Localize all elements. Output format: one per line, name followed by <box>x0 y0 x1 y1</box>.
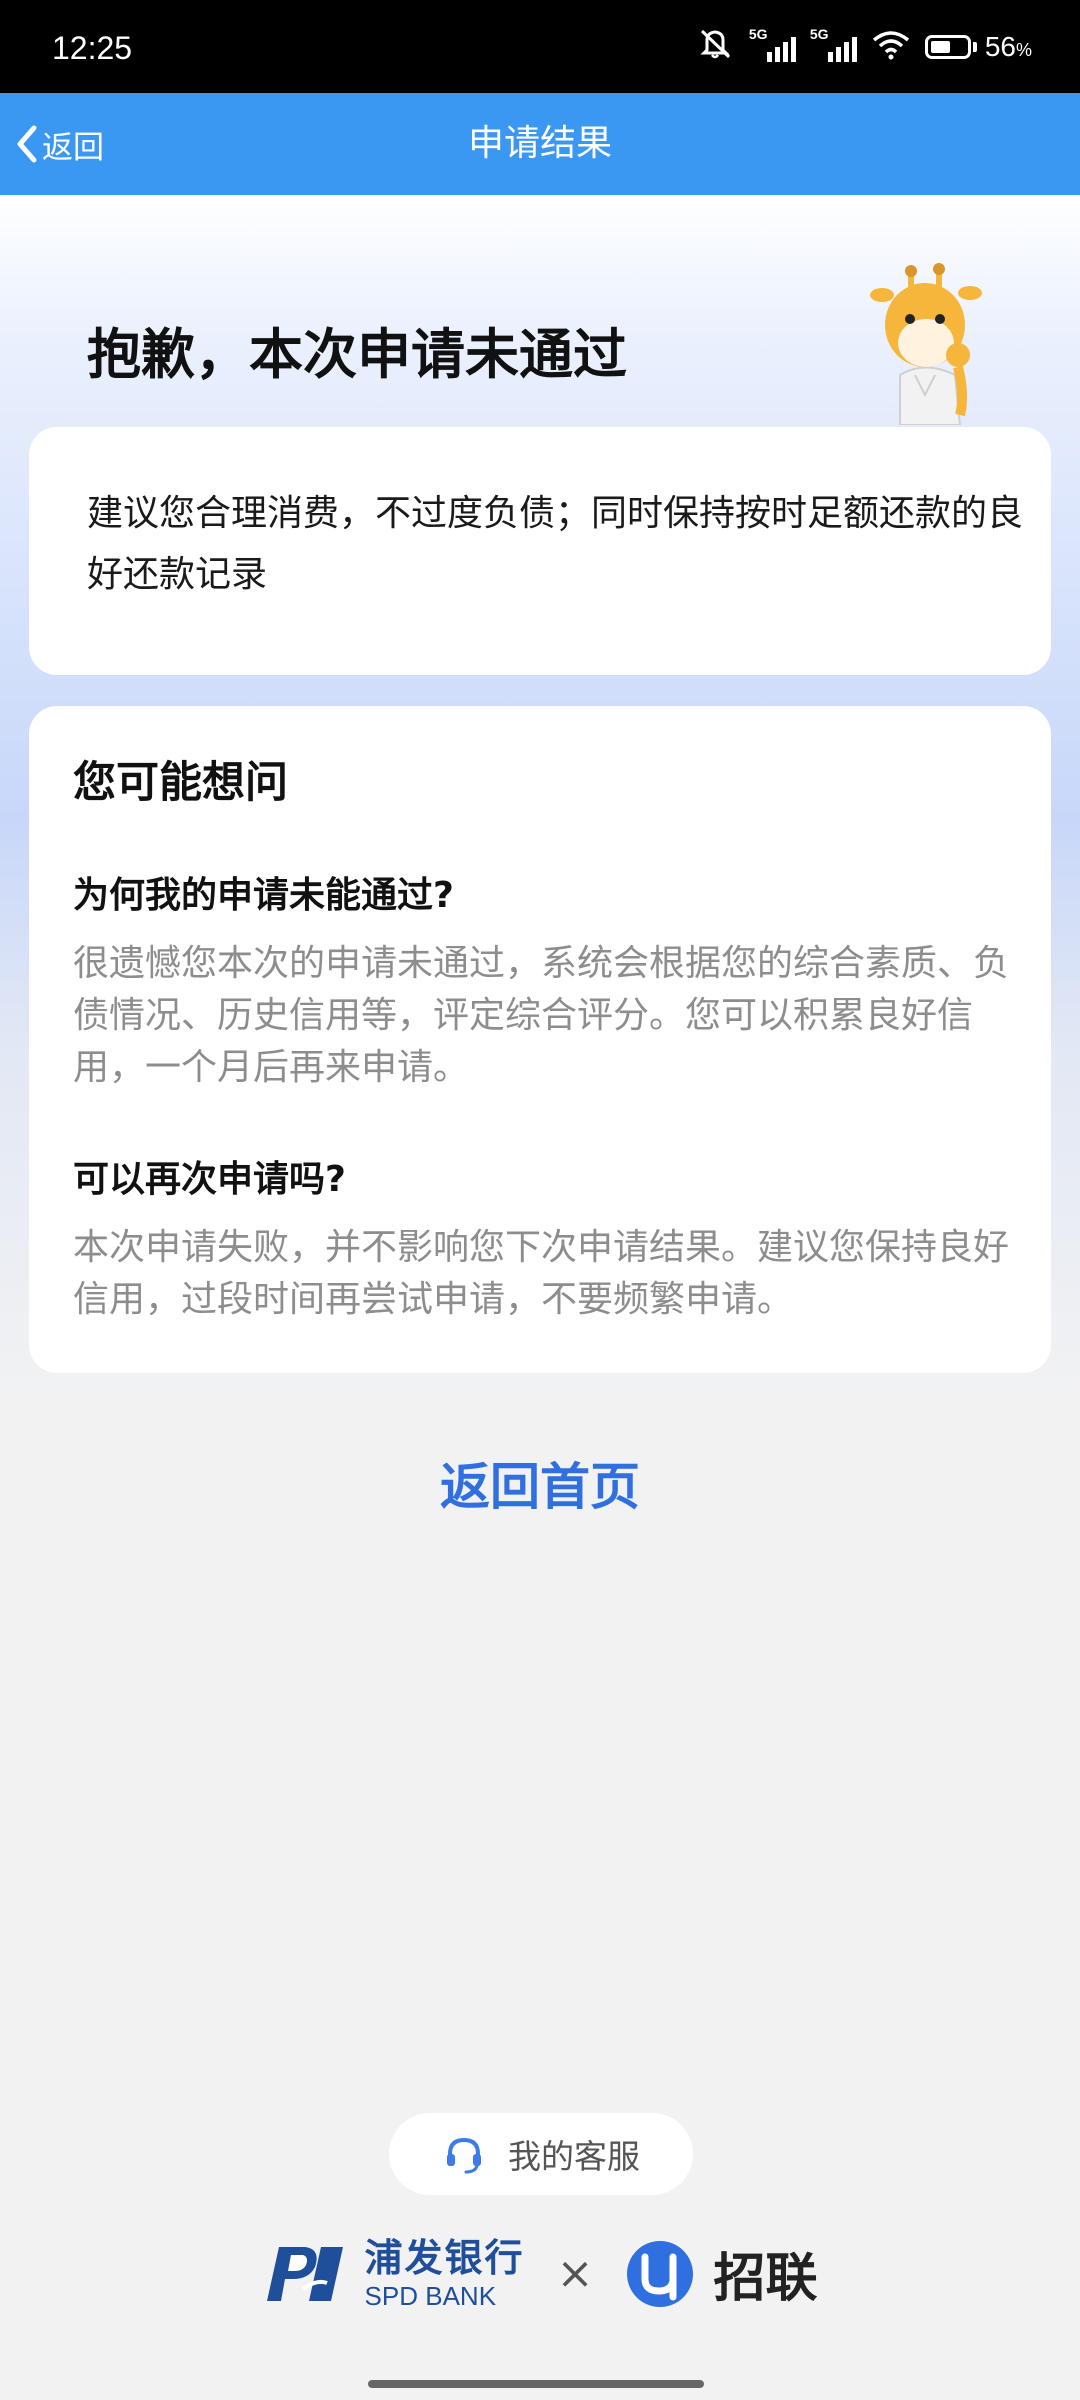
separator: × <box>556 2248 594 2299</box>
page-title: 申请结果 <box>467 123 612 164</box>
zhaolian-logo <box>627 2240 694 2307</box>
giraffe-mascot <box>870 263 982 425</box>
customer-service-label: 我的客服 <box>508 2137 640 2176</box>
tip-text: 建议您合理消费，不过度负债；同时保持按时足额还款的良好还款记录 <box>87 493 1024 595</box>
faq-title: 您可能想问 <box>73 758 288 808</box>
signal-icon: 5G <box>810 26 857 62</box>
return-home-button[interactable]: 返回首页 <box>0 1447 1080 1519</box>
battery-icon: 56% <box>924 31 1032 63</box>
faq-question: 可以再次申请吗? <box>73 1159 346 1200</box>
status-icons: 5G 5G 56% <box>699 26 1032 65</box>
wifi-icon <box>871 28 911 65</box>
spd-logo <box>266 2246 343 2301</box>
footer-logos: 浦发银行 SPD BANK × 招联 <box>0 2236 1080 2311</box>
spd-bank-name: 浦发银行 SPD BANK <box>364 2235 525 2311</box>
faq-question: 为何我的申请未能通过? <box>73 875 454 916</box>
signal-icon: 5G <box>749 26 796 62</box>
tip-card: 建议您合理消费，不过度负债；同时保持按时足额还款的良好还款记录 <box>29 427 1051 675</box>
faq-card: 您可能想问 为何我的申请未能通过? 很遗憾您本次的申请未通过，系统会根据您的综合… <box>29 706 1051 1373</box>
faq-answer: 本次申请失败，并不影响您下次申请结果。建议您保持良好信用，过段时间再尝试申请，不… <box>73 1227 1010 1320</box>
result-headline: 抱歉，本次申请未通过 <box>87 323 627 386</box>
zhaolian-name: 招联 <box>713 2249 818 2309</box>
headset-icon <box>447 2137 481 2174</box>
status-time: 12:25 <box>52 30 133 66</box>
mute-icon <box>699 28 735 65</box>
home-indicator <box>368 2380 704 2388</box>
customer-service-button[interactable]: 我的客服 <box>389 2113 693 2195</box>
faq-answer: 很遗憾您本次的申请未通过，系统会根据您的综合素质、负债情况、历史信用等，评定综合… <box>73 943 1010 1088</box>
nav-bar: 返回 申请结果 <box>0 93 1080 195</box>
status-bar: 12:25 5G 5G 56% <box>0 0 1080 93</box>
